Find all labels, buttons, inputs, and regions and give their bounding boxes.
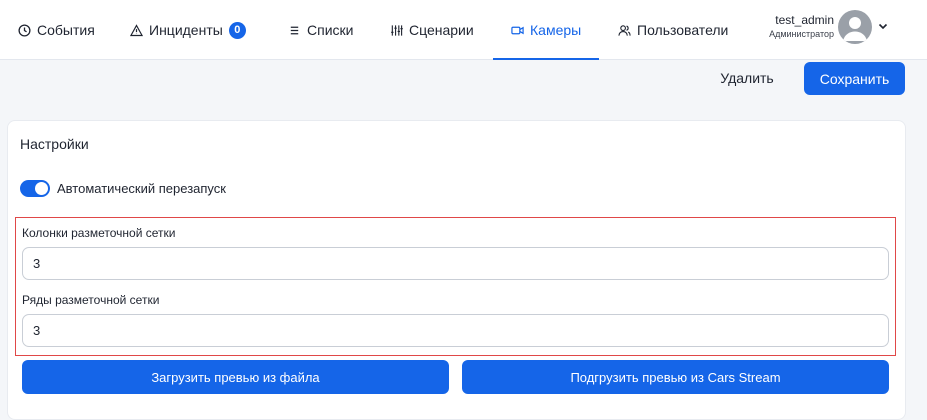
nav-tab-label: Камеры [530, 22, 582, 38]
warning-icon [130, 23, 143, 36]
grid-columns-label: Колонки разметочной сетки [22, 226, 176, 240]
nav-tab-cameras[interactable]: Камеры [492, 0, 600, 60]
nav-tab-label: События [37, 22, 95, 38]
avatar[interactable] [838, 10, 872, 44]
list-icon [290, 26, 299, 34]
users-icon [618, 24, 631, 36]
nav-tab-label: Сценарии [409, 22, 474, 38]
grid-rows-label: Ряды разметочной сетки [22, 293, 160, 307]
nav-tab-scenarios[interactable]: Сценарии [390, 0, 474, 60]
chevron-down-icon[interactable] [877, 20, 889, 32]
nav-tab-incidents[interactable]: Инциденты 0 [130, 0, 246, 60]
auto-restart-label: Автоматический перезапуск [57, 181, 226, 196]
auto-restart-toggle[interactable] [20, 180, 50, 197]
grid-rows-input[interactable] [22, 314, 889, 347]
nav-tab-events[interactable]: События [18, 0, 95, 60]
toggle-knob [35, 182, 48, 195]
save-button[interactable]: Сохранить [804, 62, 905, 95]
user-avatar-icon [843, 17, 867, 41]
upload-preview-button[interactable]: Загрузить превью из файла [22, 360, 449, 394]
fetch-preview-button[interactable]: Подгрузить превью из Cars Stream [462, 360, 889, 394]
delete-button[interactable]: Удалить [706, 62, 788, 94]
settings-title: Настройки [20, 136, 89, 152]
nav-tab-label: Списки [307, 22, 354, 38]
top-navigation: События Инциденты 0 Списки Сценарии Каме… [0, 0, 927, 60]
nav-tab-users[interactable]: Пользователи [618, 0, 728, 60]
nav-tab-label: Пользователи [637, 22, 729, 38]
camera-icon [511, 26, 524, 34]
grid-columns-input[interactable] [22, 247, 889, 280]
user-name: test_admin [775, 13, 834, 27]
nav-tab-label: Инциденты [149, 22, 223, 38]
clock-icon [18, 23, 31, 37]
nav-tab-lists[interactable]: Списки [288, 0, 353, 60]
incidents-count-badge: 0 [228, 21, 246, 39]
sliders-icon [391, 24, 403, 36]
user-info: test_admin Администратор [756, 13, 834, 40]
user-role: Администратор [769, 29, 834, 39]
